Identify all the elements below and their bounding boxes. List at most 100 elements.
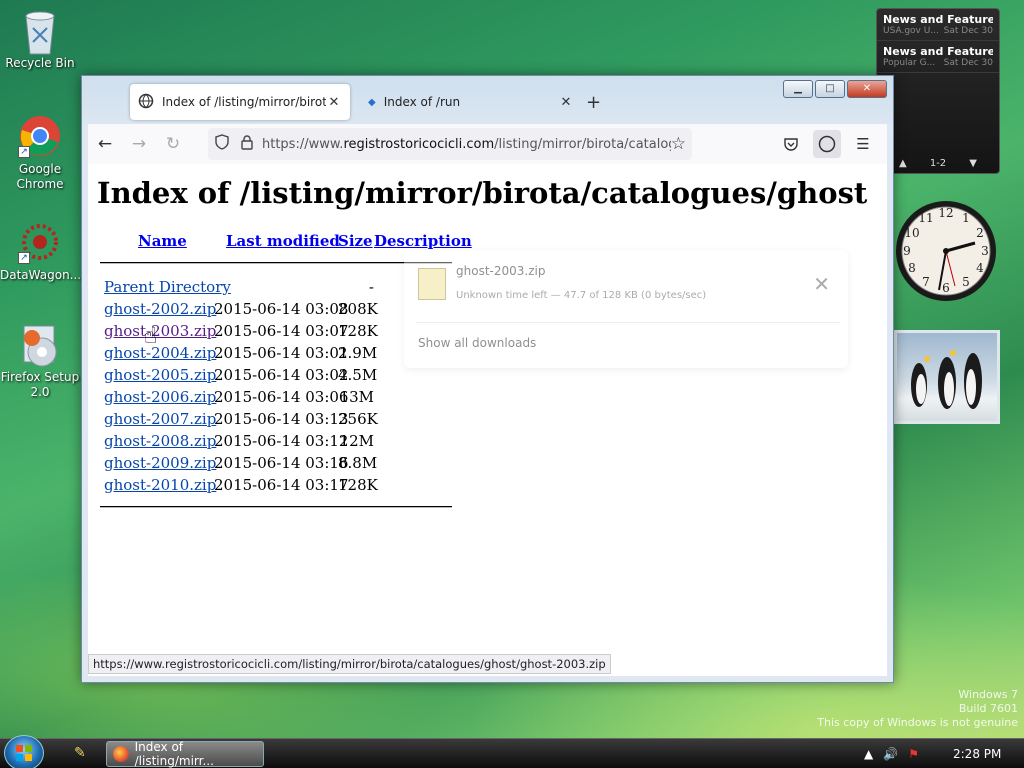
new-tab-button[interactable]: + (586, 92, 601, 113)
bookmark-star-icon[interactable]: ☆ (671, 134, 686, 154)
page-content: Index of /listing/mirror/birota/catalogu… (88, 164, 887, 676)
lock-icon[interactable] (240, 134, 254, 154)
system-tray: ▲ 🔊 ⚑ (864, 739, 919, 768)
news-source: Popular G... (883, 58, 936, 68)
table-row: ghost-2005.zip2015-06-14 03:024.5M (104, 364, 378, 386)
desktop-icon-datawagon[interactable]: ↗ DataWagon... (0, 220, 81, 283)
table-row: ghost-2010.zip2015-06-14 03:17128K (104, 474, 378, 496)
clock-gadget[interactable]: 12 1 2 345 678 9 10 11 (893, 188, 999, 314)
news-pager: ▲ 1-2 ▼ (899, 158, 977, 169)
tab-close-icon[interactable]: ✕ (558, 95, 574, 110)
quick-launch-icon[interactable]: ✎ (74, 745, 86, 761)
url-text[interactable]: https://www.registrostoricocicli.com/lis… (262, 137, 671, 152)
desktop-icon-label: Google Chrome (16, 162, 64, 191)
browser-window[interactable]: Index of /listing/mirror/birota/c ✕ ◆ In… (81, 75, 894, 683)
news-item[interactable]: News and Features f... USA.gov U... Sat D… (877, 9, 999, 41)
file-size: 128K (338, 476, 378, 494)
file-size: 13M (339, 388, 374, 406)
svg-text:3: 3 (981, 244, 989, 258)
shortcut-arrow-icon: ↗ (18, 252, 30, 264)
table-row: ghost-2002.zip2015-06-14 03:08208K (104, 298, 378, 320)
news-date: Sat Dec 30 (943, 26, 993, 36)
svg-text:2: 2 (976, 226, 984, 240)
tab-index-ghost[interactable]: Index of /listing/mirror/birota/c ✕ (130, 84, 350, 120)
file-modified: 2015-06-14 03:01 (214, 344, 349, 362)
table-row: ghost-2008.zip2015-06-14 03:1212M (104, 430, 374, 452)
taskbar-item-firefox[interactable]: Index of /listing/mirr... (106, 740, 264, 768)
taskbar: ✎ Index of /listing/mirr... ▲ 🔊 ⚑ 2:28 P… (0, 735, 1024, 768)
news-gadget[interactable]: News and Features f... USA.gov U... Sat D… (876, 8, 1000, 174)
news-date: Sat Dec 30 (943, 58, 993, 68)
file-modified: 2015-06-14 03:02 (214, 366, 349, 384)
reload-button[interactable]: ↻ (156, 134, 190, 154)
news-item[interactable]: News and Feature... Popular G... Sat Dec … (877, 41, 999, 73)
show-all-downloads-link[interactable]: Show all downloads (418, 336, 536, 350)
file-size: 4.5M (338, 366, 378, 384)
tab-strip: Index of /listing/mirror/birota/c ✕ ◆ In… (82, 76, 893, 124)
prev-page-icon[interactable]: ▲ (899, 158, 907, 169)
show-hidden-icons-icon[interactable]: ▲ (864, 747, 873, 761)
cancel-download-icon[interactable]: ✕ (813, 272, 830, 296)
parent-directory-link[interactable]: Parent Directory (104, 276, 231, 298)
file-link[interactable]: ghost-2004.zip (104, 342, 216, 364)
status-bar-url: https://www.registrostoricocicli.com/lis… (88, 654, 611, 674)
file-modified: 2015-06-14 03:08 (214, 300, 349, 318)
file-link[interactable]: ghost-2010.zip (104, 474, 216, 496)
watermark-line: Build 7601 (958, 702, 1018, 715)
slideshow-gadget[interactable] (894, 330, 1000, 424)
downloads-icon[interactable] (813, 130, 841, 158)
windows-logo-icon (16, 745, 32, 761)
desktop-icon-label: Recycle Bin (5, 56, 75, 70)
svg-text:5: 5 (962, 275, 970, 289)
tab-title: Index of /run (383, 95, 461, 109)
minimize-button[interactable]: ▁ (783, 80, 813, 98)
action-center-icon[interactable]: ⚑ (908, 747, 919, 761)
shield-icon[interactable] (214, 134, 230, 154)
column-header-description[interactable]: Description (374, 232, 472, 250)
pocket-icon[interactable] (777, 130, 805, 158)
maximize-button[interactable]: □ (815, 80, 845, 98)
file-size: 208K (338, 300, 378, 318)
window-controls: ▁ □ ✕ (783, 80, 887, 98)
file-link[interactable]: ghost-2002.zip (104, 298, 216, 320)
desktop-icon-recycle-bin[interactable]: Recycle Bin (0, 8, 80, 71)
next-page-icon[interactable]: ▼ (969, 158, 977, 169)
menu-icon[interactable]: ☰ (849, 130, 877, 158)
tab-index-run[interactable]: ◆ Index of /run ✕ (360, 84, 582, 120)
file-link[interactable]: ghost-2003.zip (104, 320, 216, 342)
clock-time[interactable]: 2:28 PM (953, 747, 1001, 761)
desktop-icon-firefox-setup[interactable]: Firefox Setup 2.0 (0, 322, 80, 400)
file-link[interactable]: ghost-2005.zip (104, 364, 216, 386)
firefox-icon (113, 746, 129, 762)
svg-text:4: 4 (976, 261, 984, 275)
forward-button[interactable]: → (122, 134, 156, 154)
start-button[interactable] (4, 735, 44, 768)
close-window-button[interactable]: ✕ (847, 80, 887, 98)
desktop-icon-google-chrome[interactable]: ↗ Google Chrome (0, 114, 80, 192)
column-header-size[interactable]: Size (338, 232, 373, 250)
url-bar[interactable]: https://www.registrostoricocicli.com/lis… (208, 128, 692, 160)
recycle-bin-icon (18, 8, 62, 55)
file-size: 256K (338, 410, 378, 428)
file-modified: 2015-06-14 03:16 (214, 454, 349, 472)
file-link[interactable]: ghost-2007.zip (104, 408, 216, 430)
file-link[interactable]: ghost-2009.zip (104, 452, 216, 474)
column-header-modified[interactable]: Last modified (226, 232, 340, 250)
file-modified: 2015-06-14 03:06 (214, 388, 349, 406)
file-link[interactable]: ghost-2006.zip (104, 386, 216, 408)
downloads-panel[interactable]: ghost-2003.zip Unknown time left — 47.7 … (404, 250, 848, 368)
tab-close-icon[interactable]: ✕ (326, 95, 342, 110)
column-header-name[interactable]: Name (138, 232, 187, 250)
news-title: News and Feature... (883, 45, 993, 58)
svg-text:10: 10 (904, 226, 919, 240)
volume-icon[interactable]: 🔊 (883, 747, 898, 761)
nav-toolbar: ← → ↻ https://www.registrostoricocicli.c… (88, 124, 887, 164)
hand-cursor-icon: ☝ (144, 324, 158, 349)
loading-dot-icon: ◆ (368, 96, 376, 108)
parent-size: - (368, 278, 374, 296)
watermark-line: This copy of Windows is not genuine (817, 716, 1018, 729)
news-title: News and Features f... (883, 13, 993, 26)
back-button[interactable]: ← (88, 134, 122, 154)
datawagon-icon: ↗ (18, 220, 62, 264)
file-link[interactable]: ghost-2008.zip (104, 430, 216, 452)
